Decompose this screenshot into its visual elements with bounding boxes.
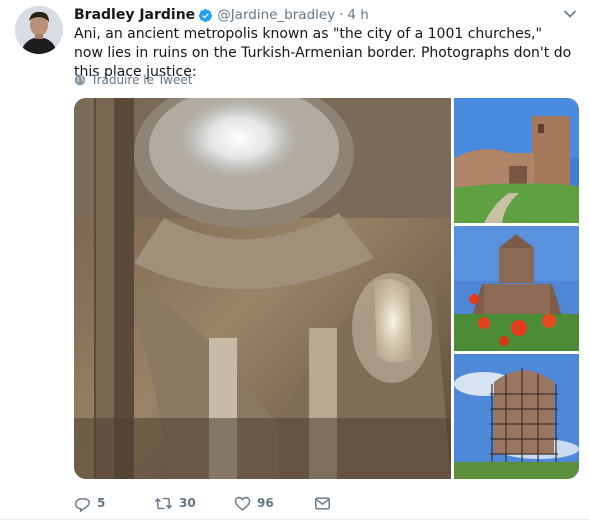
photo-scaffolded-church[interactable] [454,354,579,479]
avatar[interactable] [15,6,63,54]
author-handle[interactable]: @Jardine_bradley [217,7,335,23]
retweet-button[interactable]: 30 [154,495,234,512]
chevron-down-icon[interactable] [563,7,577,21]
tweet-card[interactable]: Bradley Jardine @Jardine_bradley · 4 h A… [0,0,589,520]
envelope-icon [315,496,330,510]
translate-link[interactable]: Traduire le Tweet [74,73,192,87]
retweet-icon [154,497,173,509]
like-count: 96 [257,496,274,510]
photo-castle-tower[interactable] [454,98,579,223]
reply-icon [75,497,90,512]
avatar-photo [15,6,63,54]
translate-label: Traduire le Tweet [91,73,193,87]
retweet-count: 30 [179,496,196,510]
reply-button[interactable]: 5 [74,495,154,512]
heart-icon [234,496,251,511]
media-grid [74,98,579,479]
author-name[interactable]: Bradley Jardine [74,7,195,23]
direct-message-button[interactable] [314,495,331,512]
tweet-header: Bradley Jardine @Jardine_bradley · 4 h [74,5,369,25]
reply-count: 5 [97,496,106,510]
verified-badge-icon [199,8,213,22]
like-button[interactable]: 96 [234,495,314,512]
photo-church-interior[interactable] [74,98,451,479]
tweet-actions: 5 30 96 [74,492,331,514]
photo-round-church[interactable] [454,226,579,351]
globe-icon [74,74,86,86]
tweet-timestamp[interactable]: 4 h [347,7,368,23]
header-separator: · [339,7,344,23]
